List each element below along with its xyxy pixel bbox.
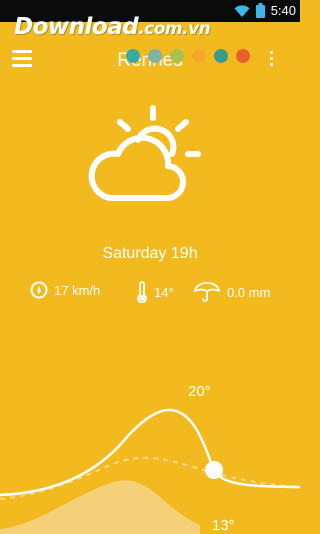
- forecast-date: Saturday 19h: [102, 245, 198, 262]
- battery-icon: [255, 3, 265, 18]
- wind-value: 17 km/h: [54, 282, 101, 298]
- watermark-suffix: .com.vn: [138, 19, 211, 39]
- status-time: 5:40: [270, 3, 296, 18]
- wind-stat: 17 km/h: [30, 281, 100, 299]
- color-swatch-3[interactable]: [170, 49, 184, 63]
- color-swatch-5[interactable]: [214, 49, 228, 63]
- overflow-dot: [270, 63, 273, 66]
- weather-stats: 17 km/h 14° 0.0 mm: [30, 281, 285, 305]
- watermark-logo: Download.com.vn: [14, 14, 211, 40]
- max-temperature-label: 20°: [188, 383, 211, 400]
- partly-cloudy-icon: [88, 105, 201, 202]
- overflow-dot: [270, 57, 273, 60]
- wifi-icon: [234, 4, 250, 17]
- min-temperature-label: 13°: [212, 517, 235, 534]
- watermark-main: Download: [14, 14, 139, 40]
- precipitation-value: 0.0 mm: [227, 284, 271, 300]
- temperature-forecast-chart[interactable]: 20° 13°: [0, 375, 300, 534]
- precipitation-stat: 0.0 mm: [193, 281, 270, 303]
- overflow-menu-button[interactable]: [270, 51, 276, 69]
- color-swatch-4[interactable]: [192, 49, 206, 63]
- precipitation-area: [0, 480, 200, 534]
- color-theme-picker: [126, 49, 250, 63]
- temperature-value: 14°: [154, 284, 174, 300]
- color-swatch-2[interactable]: [148, 49, 162, 63]
- umbrella-icon: [194, 282, 220, 302]
- overflow-dot: [270, 51, 273, 54]
- selected-point-marker[interactable]: [205, 461, 223, 479]
- thermometer-icon: [137, 281, 147, 303]
- color-swatch-6[interactable]: [236, 49, 250, 63]
- color-swatch-1[interactable]: [126, 49, 140, 63]
- temperature-stat: 14°: [136, 281, 174, 303]
- wind-icon: [30, 281, 48, 299]
